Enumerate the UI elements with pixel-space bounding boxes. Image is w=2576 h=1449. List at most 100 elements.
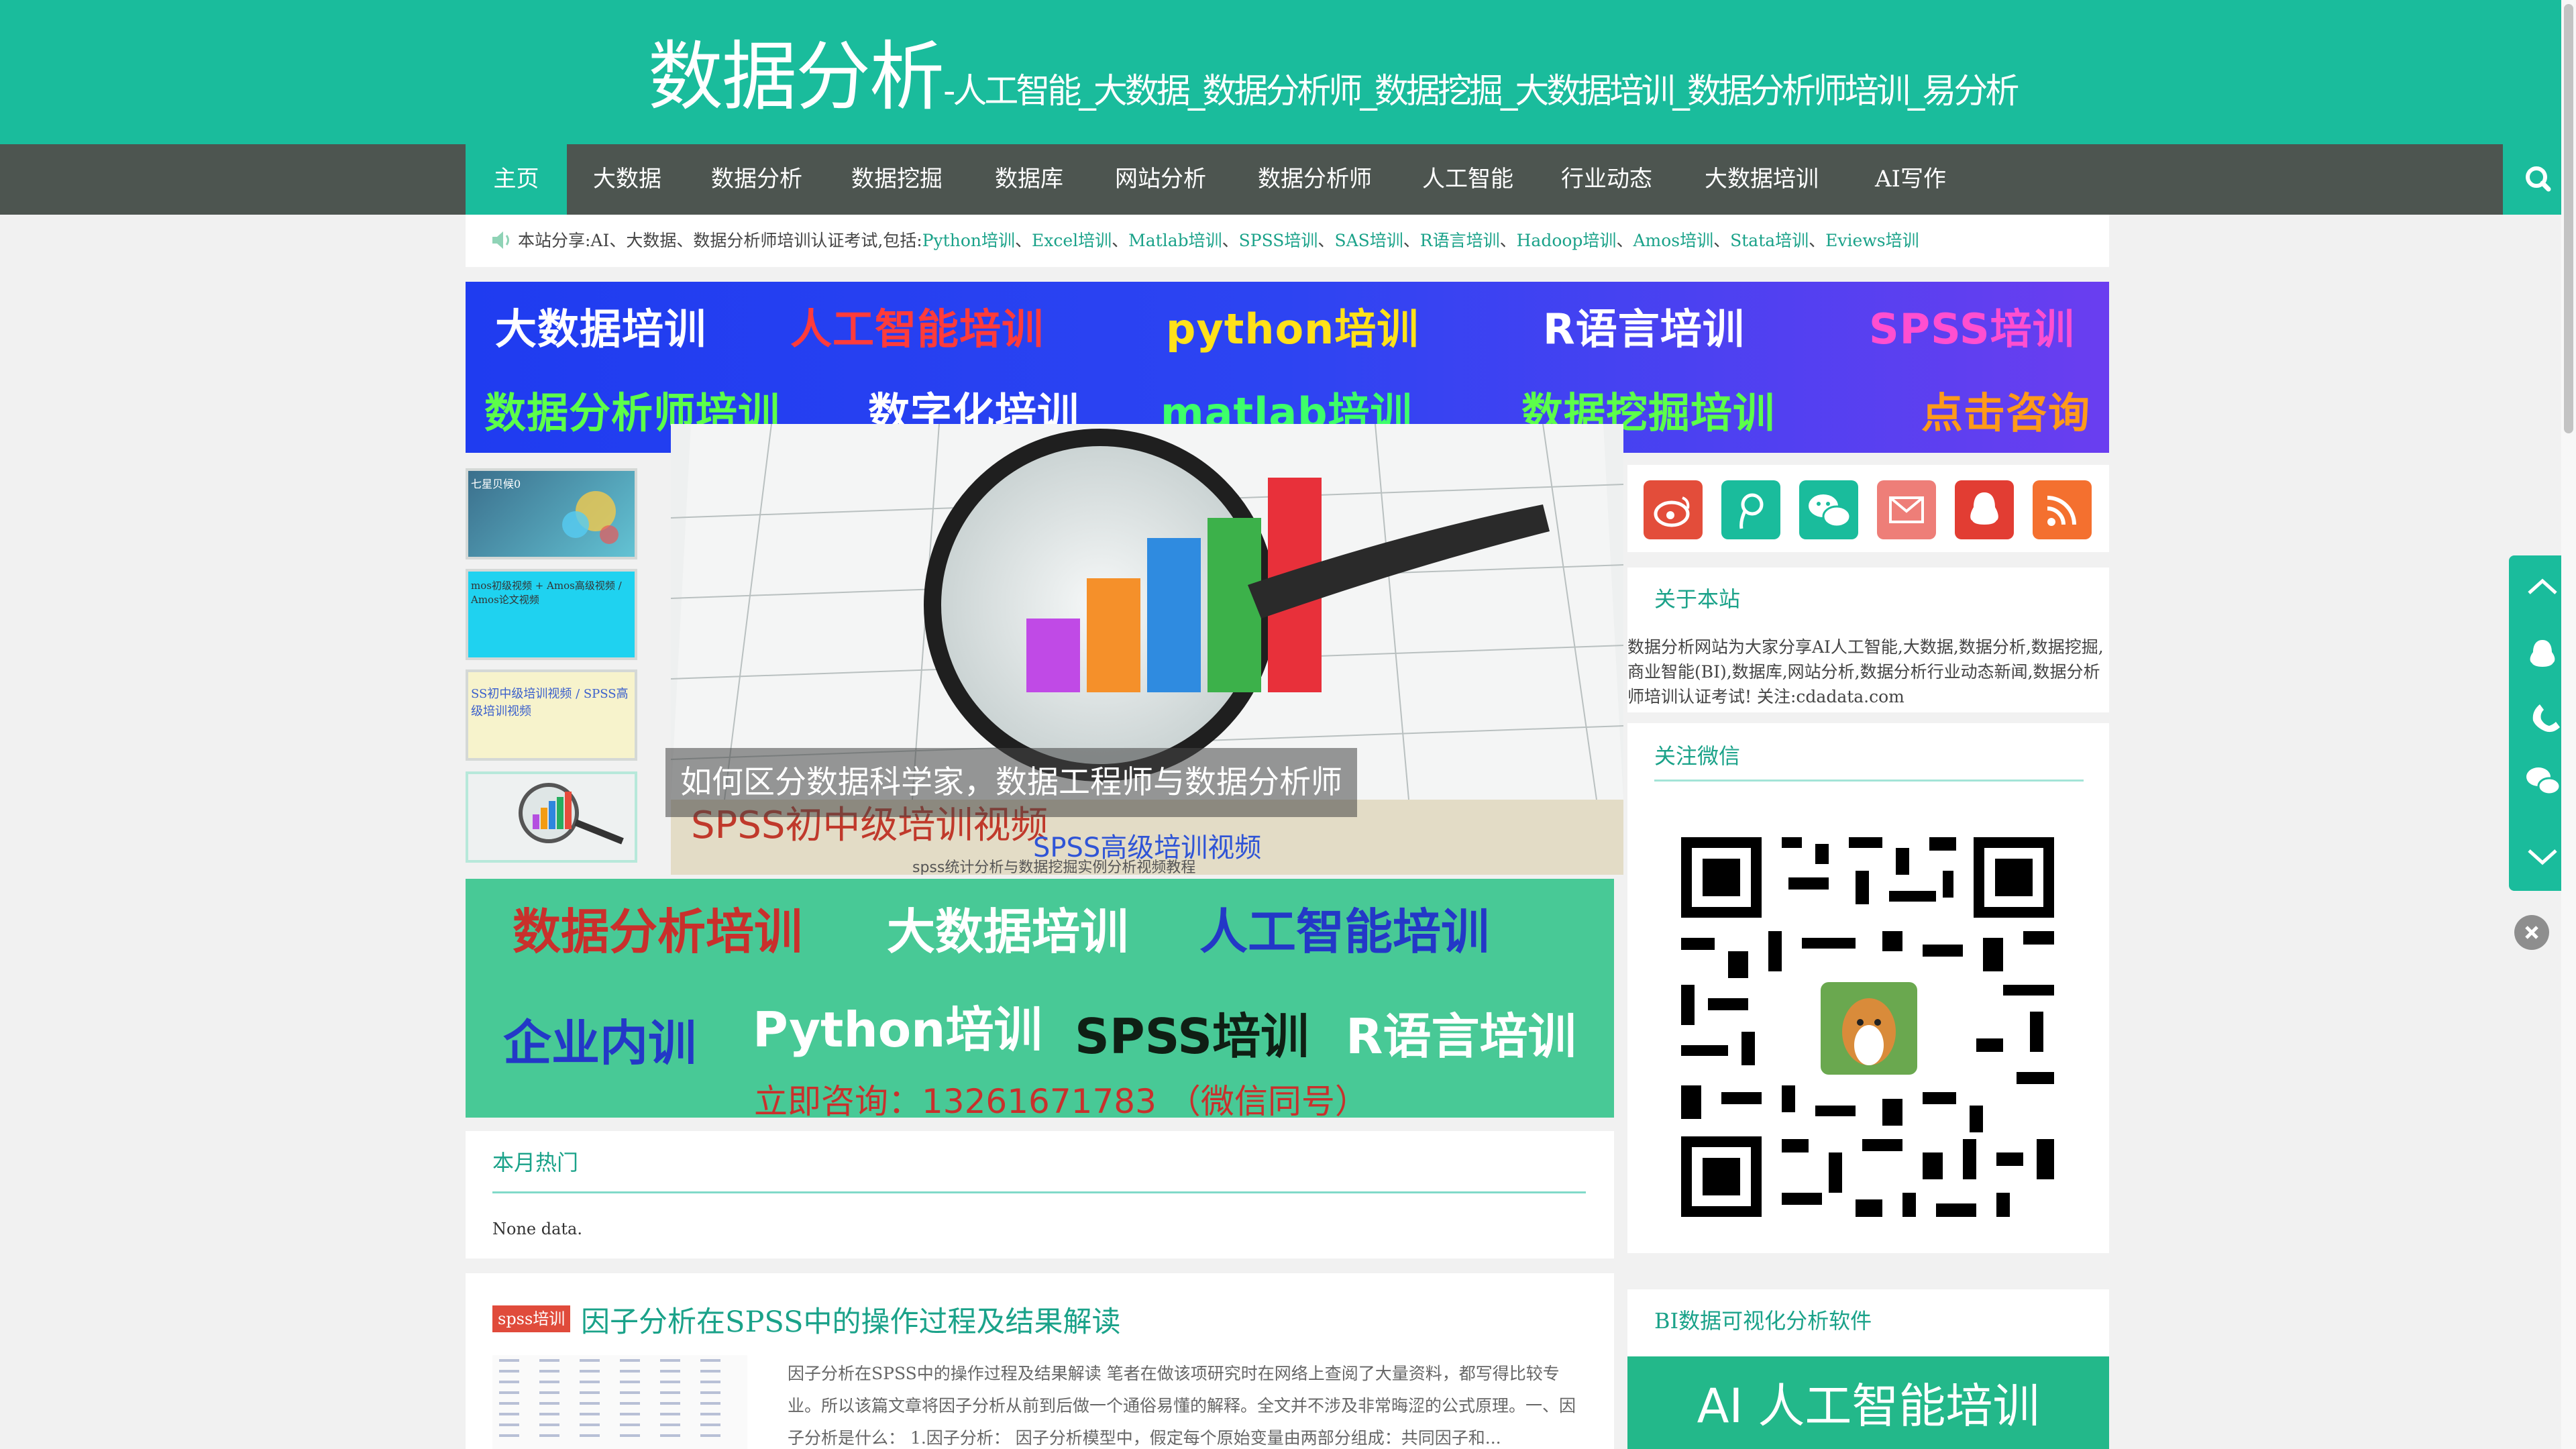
slider-thumb[interactable]: SS初中级培训视频 / SPSS高级培训视频 [466, 669, 637, 761]
nav-item-ai-writing[interactable]: AI写作 [1847, 144, 1974, 215]
banner-bottom-item: R语言培训 [1346, 1008, 1576, 1065]
qq-float-icon[interactable] [2530, 640, 2555, 667]
site-title-main[interactable]: 数据分析 [648, 34, 945, 121]
weibo-icon[interactable] [1644, 480, 1703, 539]
nav-item-industry[interactable]: 行业动态 [1537, 144, 1676, 215]
phone-icon[interactable] [2532, 704, 2560, 733]
nav-inner: 主页 大数据 数据分析 数据挖掘 数据库 网站分析 数据分析师 人工智能 行业动… [466, 144, 2575, 215]
bi-software-box: BI数据可视化分析软件 AI 人工智能培训 [1627, 1289, 2109, 1449]
nav-item-data-analysis[interactable]: 数据分析 [688, 144, 826, 215]
wechat-title: 关注微信 [1654, 743, 1741, 769]
slider-thumb-active[interactable] [466, 771, 637, 863]
category-badge[interactable]: spss培训 [492, 1305, 571, 1332]
nav-item-database[interactable]: 数据库 [968, 144, 1090, 215]
ai-training-banner[interactable]: AI 人工智能培训 [1627, 1356, 2109, 1449]
notice-separator: 、 [1713, 231, 1731, 250]
scroll-bottom-icon[interactable] [2528, 849, 2557, 865]
banner-bottom-consult: 立即咨询：13261671783 （微信同号） [754, 1082, 1368, 1118]
banner-top-item: R语言培训 [1543, 305, 1745, 354]
bottom-training-banner[interactable]: 数据分析培训 大数据培训 人工智能培训 企业内训 Python培训 SPSS培训… [466, 879, 1614, 1118]
banner-bottom-item: Python培训 [753, 1002, 1042, 1058]
notice-keyword-link[interactable]: Hadoop培训 [1517, 231, 1617, 250]
nav-item-web-analytics[interactable]: 网站分析 [1090, 144, 1231, 215]
banner-bottom-item: 数据分析培训 [513, 904, 803, 960]
nav-item-data-analyst[interactable]: 数据分析师 [1231, 144, 1399, 215]
notice-separator: 、 [1222, 231, 1239, 250]
nav-item-bigdata[interactable]: 大数据 [567, 144, 688, 215]
social-icons-box [1627, 465, 2109, 552]
banner-top-item: 人工智能培训 [790, 305, 1044, 354]
site-subtitle: -人工智能_大数据_数据分析师_数据挖掘_大数据培训_数据分析师培训_易分析 [943, 72, 2019, 111]
notice-keyword-link[interactable]: R语言培训 [1420, 231, 1500, 250]
about-box: 关于本站 数据分析网站为大家分享AI人工智能,大数据,数据分析,数据挖掘,商业智… [1627, 568, 2109, 712]
notice-keyword-link[interactable]: Matlab培训 [1128, 231, 1222, 250]
slider-under-text-3: spss统计分析与数据挖掘实例分析视频教程 [912, 859, 1195, 875]
slider-thumb[interactable]: 七星贝候0 [466, 468, 637, 559]
notice-text: 本站分享:AI、大数据、数据分析师培训认证考试,包括:Python培训、Exce… [518, 215, 1919, 267]
article-card: spss培训 因子分析在SPSS中的操作过程及结果解读 因子分析在SPSS中的操… [466, 1273, 1614, 1449]
hot-this-month-box: 本月热门 None data. [466, 1131, 1614, 1258]
about-title: 关于本站 [1654, 586, 1741, 612]
about-text: 数据分析网站为大家分享AI人工智能,大数据,数据分析,数据挖掘,商业智能(BI)… [1627, 637, 2104, 706]
notice-keyword-link[interactable]: SAS培训 [1334, 231, 1403, 250]
notice-keyword-link[interactable]: Python培训 [922, 231, 1015, 250]
banner-bottom-item: 人工智能培训 [1199, 904, 1490, 960]
wechat-box: 关注微信 [1627, 723, 2109, 1253]
divider [492, 1191, 1586, 1193]
site-header: 数据分析-人工智能_大数据_数据分析师_数据挖掘_大数据培训_数据分析师培训_易… [0, 0, 2576, 144]
notice-keyword-link[interactable]: Stata培训 [1730, 231, 1809, 250]
notice-keyword-link[interactable]: Amos培训 [1633, 231, 1713, 250]
speaker-icon [492, 231, 509, 249]
wechat-icon[interactable] [1799, 480, 1858, 539]
banner-bottom-item: SPSS培训 [1075, 1008, 1309, 1065]
wechat-qr-code [1654, 817, 2084, 1240]
tencent-weibo-icon[interactable] [1721, 480, 1780, 539]
notice-keyword-link[interactable]: Eviews培训 [1825, 231, 1919, 250]
nav-item-ai[interactable]: 人工智能 [1399, 144, 1537, 215]
thumb-text: SS初中级培训视频 / SPSS高级培训视频 [471, 687, 629, 718]
notice-separator: 、 [1318, 231, 1335, 250]
slider-caption[interactable]: 如何区分数据科学家，数据工程师与数据分析师 [665, 748, 1357, 817]
notice-bar: 本站分享:AI、大数据、数据分析师培训认证考试,包括:Python培训、Exce… [466, 215, 2109, 267]
article-excerpt: 因子分析在SPSS中的操作过程及结果解读 笔者在做该项研究时在网络上查阅了大量资… [788, 1364, 1576, 1448]
banner-bottom-item: 企业内训 [503, 1015, 697, 1071]
rss-icon[interactable] [2033, 480, 2092, 539]
qq-icon[interactable] [1955, 480, 2014, 539]
hot-title: 本月热门 [492, 1150, 579, 1175]
site-title[interactable]: 数据分析-人工智能_大数据_数据分析师_数据挖掘_大数据培训_数据分析师培训_易… [648, 27, 2019, 142]
ai-training-banner-text: AI 人工智能培训 [1697, 1379, 2040, 1434]
slider-thumb[interactable]: mos初级视频 + Amos高级视频 / Amos论文视频 [466, 569, 637, 660]
nav-item-home[interactable]: 主页 [466, 144, 567, 215]
article-title-link[interactable]: 因子分析在SPSS中的操作过程及结果解读 [581, 1299, 1121, 1340]
notice-keywords: Python培训、Excel培训、Matlab培训、SPSS培训、SAS培训、R… [922, 231, 1919, 250]
hot-empty-text: None data. [492, 1220, 582, 1238]
banner-top-item: 大数据培训 [495, 305, 707, 354]
main-nav: 主页 大数据 数据分析 数据挖掘 数据库 网站分析 数据分析师 人工智能 行业动… [0, 144, 2576, 215]
banner-bottom-item: 大数据培训 [887, 904, 1129, 960]
notice-keyword-link[interactable]: SPSS培训 [1239, 231, 1318, 250]
notice-keyword-link[interactable]: Excel培训 [1032, 231, 1112, 250]
notice-separator: 、 [1499, 231, 1517, 250]
thumb-magnifier-image [519, 783, 624, 845]
notice-separator: 、 [1403, 231, 1420, 250]
close-icon[interactable] [2514, 915, 2549, 950]
nav-item-bigdata-training[interactable]: 大数据培训 [1676, 144, 1847, 215]
notice-separator: 、 [1014, 231, 1032, 250]
thumb-text: mos初级视频 + Amos高级视频 / Amos论文视频 [471, 580, 622, 606]
scrollbar-thumb[interactable] [2564, 4, 2573, 433]
wechat-float-icon[interactable] [2526, 767, 2561, 796]
email-icon[interactable] [1877, 480, 1936, 539]
notice-separator: 、 [1112, 231, 1129, 250]
bi-title: BI数据可视化分析软件 [1654, 1308, 1872, 1334]
nav-item-data-mining[interactable]: 数据挖掘 [826, 144, 968, 215]
banner-top-item: SPSS培训 [1869, 305, 2075, 354]
divider [1654, 780, 2084, 782]
banner-top-item: 点击咨询 [1921, 388, 2091, 437]
banner-top-item: python培训 [1166, 305, 1419, 354]
article-thumbnail[interactable] [492, 1355, 747, 1449]
thumb-text: 七星贝候0 [471, 478, 521, 490]
notice-prefix: 本站分享:AI、大数据、数据分析师培训认证考试,包括: [518, 231, 922, 250]
notice-separator: 、 [1616, 231, 1633, 250]
scroll-top-icon[interactable] [2528, 578, 2557, 594]
notice-separator: 、 [1809, 231, 1826, 250]
